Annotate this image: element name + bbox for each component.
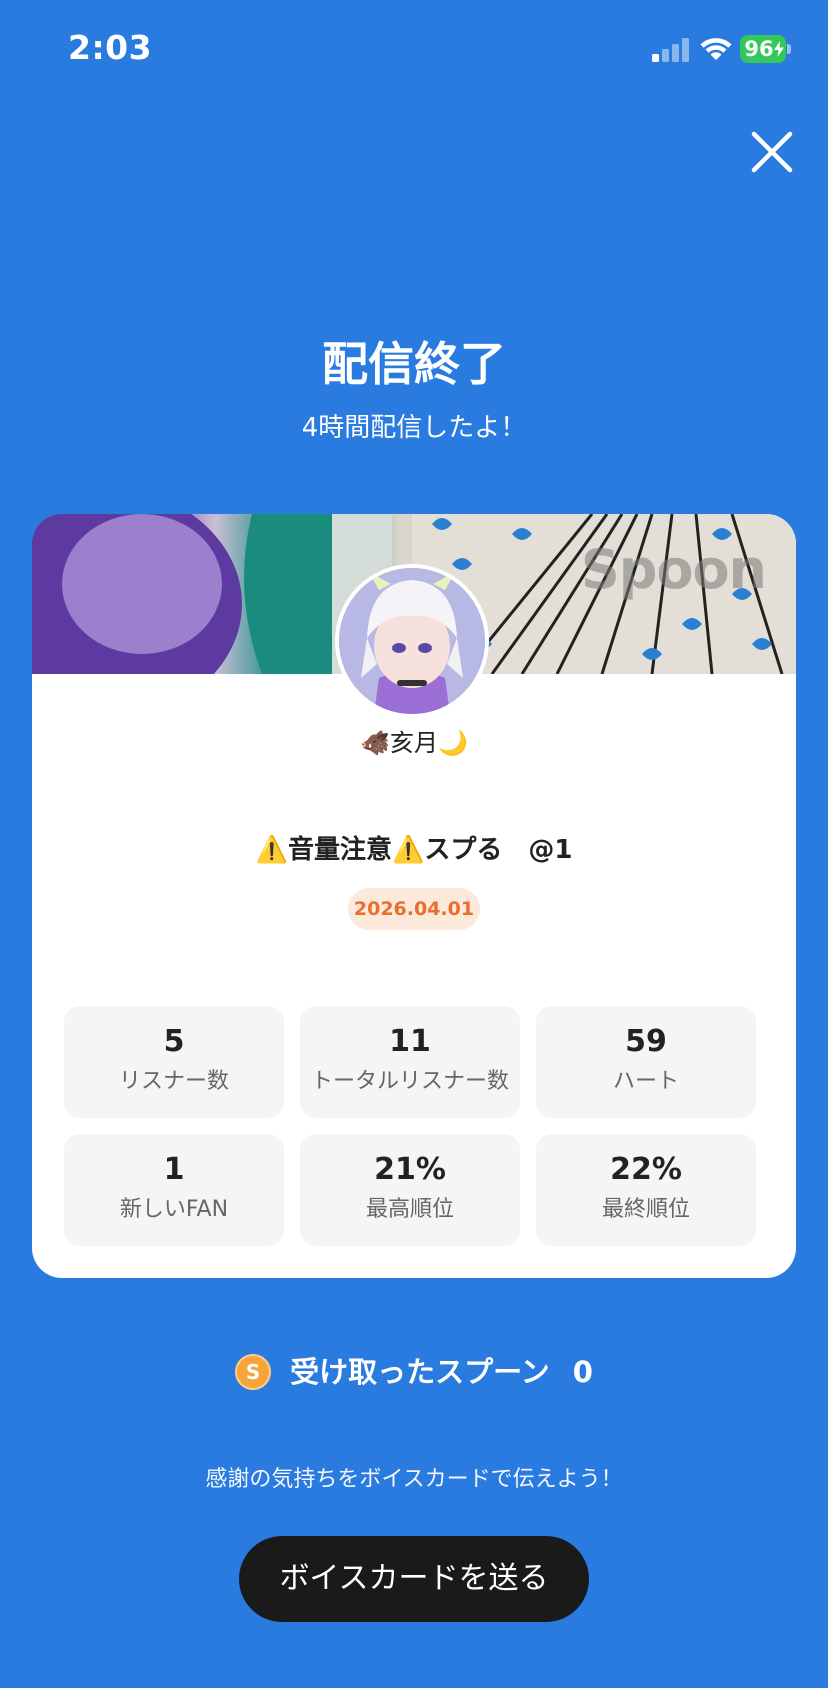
battery-indicator: 96 xyxy=(740,35,792,63)
stat-hearts: 59 ハート xyxy=(536,1006,756,1118)
stat-label: トータルリスナー数 xyxy=(310,1069,509,1094)
spoons-received: S 受け取ったスプーン 0 xyxy=(0,1348,828,1396)
stat-value: 5 xyxy=(163,1024,185,1059)
status-time: 2:03 xyxy=(68,28,153,67)
thanks-message: 感謝の気持ちをボイスカードで伝えよう！ xyxy=(205,1467,623,1492)
stats-grid: 5 リスナー数 11 トータルリスナー数 59 ハート 1 新しいFAN 21%… xyxy=(64,1006,764,1246)
stat-highest-rank: 21% 最高順位 xyxy=(300,1134,520,1246)
stat-new-fans: 1 新しいFAN xyxy=(64,1134,284,1246)
stat-label: 最終順位 xyxy=(601,1197,690,1222)
stat-label: ハート xyxy=(612,1069,679,1094)
wifi-icon xyxy=(700,38,732,60)
status-bar: 2:03 96 xyxy=(0,0,828,100)
battery-level: 96 xyxy=(744,37,774,61)
spoon-logo: Spoon xyxy=(580,538,767,601)
stat-total-listeners: 11 トータルリスナー数 xyxy=(300,1006,520,1118)
stat-label: リスナー数 xyxy=(118,1069,229,1094)
avatar[interactable] xyxy=(335,564,489,718)
page-subtitle: 4時間配信したよ！ xyxy=(301,413,527,443)
stat-value: 11 xyxy=(389,1024,431,1059)
stat-value: 59 xyxy=(625,1024,667,1059)
stat-final-rank: 22% 最終順位 xyxy=(536,1134,756,1246)
avatar-illustration xyxy=(339,568,485,714)
stat-listeners: 5 リスナー数 xyxy=(64,1006,284,1118)
stat-label: 最高順位 xyxy=(365,1197,454,1222)
stat-label: 新しいFAN xyxy=(119,1197,229,1222)
charging-bolt-icon xyxy=(774,41,784,57)
stat-value: 1 xyxy=(163,1152,185,1187)
username: 🐗亥月🌙 xyxy=(360,729,468,757)
battery-tip xyxy=(787,44,791,54)
cellular-signal-icon xyxy=(652,38,689,62)
broadcast-summary-card: Spoon 🐗亥月🌙 ⚠️音量注意⚠️スプる @1 2026.04.01 5 リ… xyxy=(32,514,796,1278)
stat-value: 21% xyxy=(374,1152,446,1187)
page-title: 配信終了 xyxy=(322,337,506,391)
send-voice-card-button[interactable]: ボイスカードを送る xyxy=(239,1536,589,1622)
spoons-received-label: 受け取ったスプーン xyxy=(290,1355,550,1389)
spoon-coin-icon: S xyxy=(235,1354,272,1390)
close-icon[interactable] xyxy=(746,126,798,178)
spoons-received-row: S 受け取ったスプーン 0 xyxy=(235,1348,593,1396)
date-badge: 2026.04.01 xyxy=(348,888,480,930)
stream-title: ⚠️音量注意⚠️スプる @1 xyxy=(255,835,573,865)
stat-value: 22% xyxy=(610,1152,682,1187)
spoons-received-count: 0 xyxy=(572,1355,593,1389)
